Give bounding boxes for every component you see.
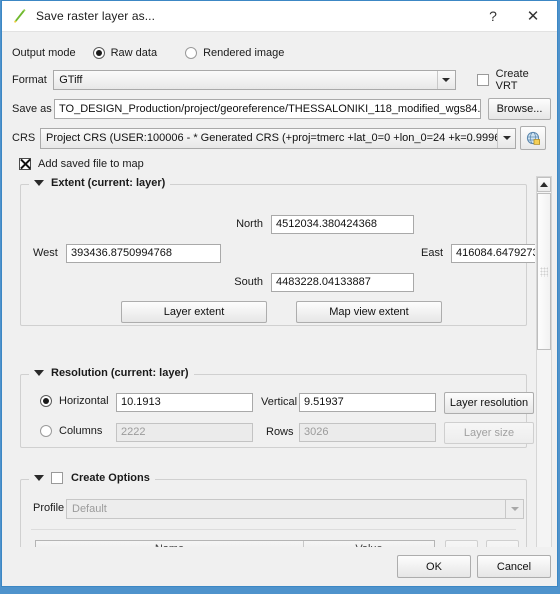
radio-columns-indicator[interactable]: [40, 425, 52, 437]
chevron-down-icon[interactable]: [497, 128, 515, 148]
cancel-button[interactable]: Cancel: [477, 555, 551, 578]
close-icon[interactable]: ✕: [513, 2, 553, 31]
options-viewport: Extent (current: layer) North 4512034.38…: [12, 176, 535, 580]
create-vrt-checkbox[interactable]: Create VRT: [470, 68, 552, 92]
scroll-up-button[interactable]: [537, 177, 551, 192]
save-as-row: Save as TO_DESIGN_Production/project/geo…: [12, 98, 552, 120]
divider: [31, 529, 516, 530]
create-options-group-header[interactable]: Create Options: [29, 472, 155, 484]
west-label: West: [33, 247, 58, 259]
columns-label: Columns: [59, 425, 103, 437]
north-input[interactable]: 4512034.380424368: [271, 215, 414, 234]
south-input[interactable]: 4483228.04133887: [271, 273, 414, 292]
vertical-input[interactable]: 9.51937: [299, 393, 436, 412]
radio-columns[interactable]: Columns: [33, 425, 102, 437]
map-view-extent-button[interactable]: Map view extent: [296, 301, 442, 323]
south-label: South: [234, 276, 263, 288]
layer-resolution-button[interactable]: Layer resolution: [444, 392, 534, 414]
profile-label: Profile: [33, 502, 65, 514]
extent-group-header[interactable]: Extent (current: layer): [29, 177, 171, 189]
options-scroll-area: Extent (current: layer) North 4512034.38…: [12, 176, 552, 580]
horizontal-label: Horizontal: [59, 395, 109, 407]
format-label: Format: [12, 74, 47, 86]
desktop-background: Save raster layer as... ? ✕ Output mode …: [0, 0, 560, 594]
add-saved-file-check-indicator[interactable]: [19, 158, 31, 170]
output-mode-row: Output mode Raw data Rendered image: [12, 44, 412, 62]
crs-label: CRS: [12, 132, 36, 144]
radio-horizontal[interactable]: Horizontal: [33, 395, 109, 407]
crs-combo-value: Project CRS (USER:100006 - * Generated C…: [46, 132, 497, 144]
east-input[interactable]: 416084.6479273879: [451, 244, 535, 263]
radio-raw-data-label: Raw data: [110, 47, 158, 59]
layer-size-button[interactable]: Layer size: [444, 422, 534, 444]
resolution-group: Resolution (current: layer) Horizontal 1…: [20, 367, 534, 448]
horizontal-input[interactable]: 10.1913: [116, 393, 253, 412]
west-input[interactable]: 393436.8750994768: [66, 244, 221, 263]
add-saved-file-checkbox[interactable]: Add saved file to map: [12, 156, 144, 172]
save-raster-layer-dialog: Save raster layer as... ? ✕ Output mode …: [1, 0, 558, 587]
layer-extent-button[interactable]: Layer extent: [121, 301, 267, 323]
extent-group: Extent (current: layer) North 4512034.38…: [20, 177, 535, 326]
profile-combo-value: Default: [72, 503, 107, 515]
crs-select-button[interactable]: [520, 126, 546, 150]
north-label: North: [236, 218, 263, 230]
save-as-input[interactable]: TO_DESIGN_Production/project/georeferenc…: [54, 99, 481, 119]
ok-button[interactable]: OK: [397, 555, 471, 578]
rows-label: Rows: [266, 426, 294, 438]
crs-combo[interactable]: Project CRS (USER:100006 - * Generated C…: [40, 127, 516, 149]
chevron-down-icon[interactable]: [505, 500, 523, 518]
output-mode-label: Output mode: [12, 47, 76, 59]
crs-globe-icon: [526, 131, 541, 146]
qgis-icon: [12, 8, 28, 24]
scrollbar-thumb[interactable]: [537, 193, 551, 350]
vertical-scrollbar[interactable]: [536, 176, 552, 580]
columns-input[interactable]: 2222: [116, 423, 253, 442]
radio-rendered-image-indicator[interactable]: [185, 47, 198, 59]
collapse-triangle-icon[interactable]: [34, 370, 44, 376]
create-vrt-check-indicator[interactable]: [476, 74, 489, 86]
dialog-footer: OK Cancel: [2, 547, 557, 586]
resolution-group-header[interactable]: Resolution (current: layer): [29, 367, 194, 379]
save-as-label: Save as: [12, 103, 52, 115]
resolution-group-title: Resolution (current: layer): [51, 367, 189, 379]
chevron-down-icon[interactable]: [436, 71, 455, 89]
radio-rendered-image-label: Rendered image: [203, 47, 285, 59]
radio-raw-data-indicator[interactable]: [92, 47, 105, 59]
rows-input[interactable]: 3026: [299, 423, 436, 442]
extent-group-title: Extent (current: layer): [51, 177, 166, 189]
create-options-check-indicator[interactable]: [51, 472, 63, 484]
dialog-title: Save raster layer as...: [36, 9, 156, 23]
help-button[interactable]: ?: [473, 2, 513, 31]
profile-combo[interactable]: Default: [66, 499, 524, 519]
radio-rendered-image[interactable]: Rendered image: [179, 47, 284, 59]
dialog-titlebar: Save raster layer as... ? ✕: [2, 1, 557, 32]
format-row: Format GTiff Create VRT: [12, 68, 552, 92]
grip-icon: [540, 266, 548, 277]
crs-row: CRS Project CRS (USER:100006 - * Generat…: [12, 126, 552, 150]
east-label: East: [420, 247, 443, 259]
radio-raw-data[interactable]: Raw data: [87, 47, 157, 59]
collapse-triangle-icon[interactable]: [34, 180, 44, 186]
create-vrt-label: Create VRT: [495, 68, 529, 92]
browse-button[interactable]: Browse...: [488, 98, 551, 120]
collapse-triangle-icon[interactable]: [34, 475, 44, 481]
add-saved-file-label: Add saved file to map: [38, 158, 144, 170]
format-combo-value: GTiff: [59, 74, 83, 86]
create-options-group-title: Create Options: [71, 472, 150, 484]
format-combo[interactable]: GTiff: [53, 70, 456, 90]
vertical-label: Vertical: [261, 396, 298, 408]
dialog-content: Output mode Raw data Rendered image Form…: [2, 32, 557, 586]
radio-horizontal-indicator[interactable]: [40, 395, 52, 407]
